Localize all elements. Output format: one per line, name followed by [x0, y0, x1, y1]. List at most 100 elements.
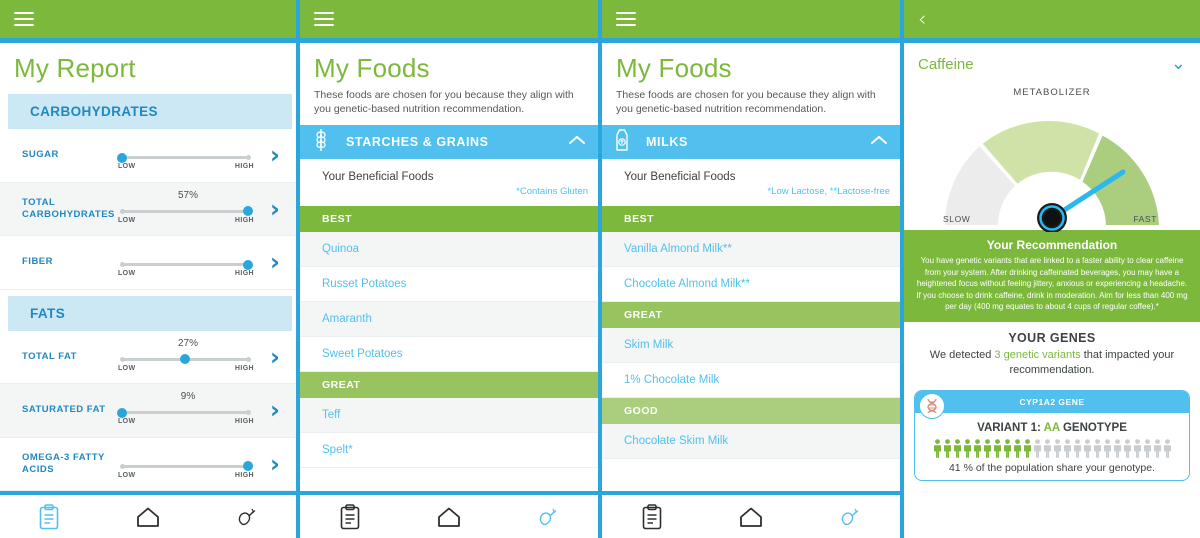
slider-thumb[interactable] — [243, 259, 253, 270]
food-item[interactable]: Teff — [300, 398, 598, 434]
grade-header-best: BEST — [300, 206, 598, 233]
slider-low-label: LOW — [118, 163, 136, 171]
food-item[interactable]: Vanilla Almond Milk** — [602, 232, 900, 268]
app-bar — [602, 0, 900, 43]
chevron-up-icon[interactable] — [870, 133, 888, 151]
your-genes-section: YOUR GENES We detected 3 genetic variant… — [904, 322, 1200, 384]
food-item[interactable]: Amaranth — [300, 302, 598, 338]
grade-header-great: GREAT — [300, 372, 598, 399]
nutrient-row-omega-3[interactable]: OMEGA-3 FATTY ACIDS LOW HIGH › — [0, 438, 296, 491]
nav-home-icon[interactable] — [128, 502, 168, 532]
beneficial-foods-label: Your Beneficial Foods — [624, 171, 736, 184]
slider-end-dot — [245, 356, 251, 362]
chevron-up-icon[interactable] — [568, 133, 586, 151]
person-figure — [1143, 438, 1151, 458]
slider-low-label: LOW — [118, 270, 136, 278]
page-title: My Foods — [314, 53, 430, 83]
nav-clipboard-icon[interactable] — [29, 502, 69, 532]
nutrient-slider[interactable]: 27% LOW HIGH — [114, 338, 262, 376]
chevron-left-icon[interactable]: ‹ — [918, 8, 926, 30]
gene-card-title: CYP1A2 GENE — [915, 390, 1189, 413]
nav-carrot-icon[interactable] — [528, 502, 568, 532]
nutrient-row-fiber[interactable]: FIBER LOW HIGH › — [0, 236, 296, 290]
person-figure — [1133, 438, 1141, 458]
food-item[interactable]: 1% Chocolate Milk — [602, 363, 900, 399]
screenshot-root: My Report CARBOHYDRATES SUGAR LOW HIGH ›… — [0, 0, 1200, 538]
food-item[interactable]: Russet Potatoes — [300, 267, 598, 303]
chevron-right-icon[interactable]: › — [262, 398, 288, 422]
recommendation-title: Your Recommendation — [986, 238, 1118, 252]
gauge-scale-labels: SLOW FAST — [927, 214, 1177, 230]
slider-thumb[interactable] — [180, 354, 190, 365]
nutrient-row-total-carbohydrates[interactable]: TOTAL CARBOHYDRATES 57% LOW HIGH › — [0, 182, 296, 236]
section-header-fats: FATS — [8, 295, 292, 331]
your-genes-text: We detected 3 genetic variants that impa… — [918, 345, 1186, 378]
slider-thumb[interactable] — [243, 206, 253, 217]
slider-track — [117, 407, 251, 418]
chevron-right-icon[interactable]: › — [262, 143, 288, 167]
nav-home-icon[interactable] — [731, 502, 771, 532]
slider-high-label: HIGH — [234, 163, 254, 171]
slider-thumb[interactable] — [243, 461, 253, 472]
category-note: *Contains Gluten — [516, 186, 588, 198]
bottom-navigation — [602, 491, 900, 538]
gene-card-cyp1a2[interactable]: CYP1A2 GENE VARIANT 1: AA GENOTYPE 41 % … — [914, 389, 1190, 481]
nav-clipboard-icon[interactable] — [330, 502, 370, 532]
slider-end-dot — [119, 356, 125, 362]
nav-clipboard-icon[interactable] — [632, 502, 672, 532]
person-figure — [1083, 438, 1091, 458]
slider-scale: LOW HIGH — [118, 217, 254, 224]
slider-track — [119, 259, 253, 270]
category-header-starches-grains[interactable]: STARCHES & GRAINS — [300, 125, 598, 160]
person-figure — [1103, 438, 1111, 458]
variant-label: VARIANT 1: AA GENOTYPE — [915, 413, 1189, 439]
food-item[interactable]: Spelt* — [300, 433, 598, 469]
chevron-right-icon[interactable]: › — [262, 197, 288, 221]
chevron-down-icon[interactable]: ⌄ — [1171, 55, 1186, 73]
nutrient-slider[interactable]: LOW HIGH — [114, 136, 262, 174]
slider-end-dot — [245, 155, 251, 161]
hamburger-icon[interactable] — [14, 12, 34, 26]
food-item[interactable]: Chocolate Almond Milk** — [602, 267, 900, 303]
nav-carrot-icon[interactable] — [830, 502, 870, 532]
food-item[interactable]: Skim Milk — [602, 328, 900, 364]
chevron-right-icon[interactable]: › — [262, 452, 288, 476]
food-item[interactable]: Chocolate Skim Milk — [602, 424, 900, 460]
caffeine-header[interactable]: Caffeine ⌄ — [904, 43, 1200, 79]
slider-low-label: LOW — [118, 418, 136, 426]
slider-end-dot — [119, 208, 125, 214]
app-bar — [300, 0, 598, 43]
nutrient-slider[interactable]: 9% LOW HIGH — [114, 391, 262, 429]
nutrient-row-total-fat[interactable]: TOTAL FAT 27% LOW HIGH › — [0, 331, 296, 384]
nutrient-row-sugar[interactable]: SUGAR LOW HIGH › — [0, 129, 296, 183]
slider-scale: LOW HIGH — [118, 163, 254, 170]
slider-high-label: HIGH — [234, 364, 254, 372]
chevron-right-icon[interactable]: › — [262, 345, 288, 369]
slider-thumb[interactable] — [117, 407, 127, 418]
nav-home-icon[interactable] — [429, 502, 469, 532]
nutrient-slider[interactable]: LOW HIGH — [114, 445, 262, 483]
hamburger-icon[interactable] — [314, 12, 334, 26]
nav-carrot-icon[interactable] — [227, 502, 267, 532]
slider-thumb[interactable] — [117, 152, 127, 163]
nutrient-slider[interactable]: LOW HIGH — [114, 243, 262, 281]
slider-high-label: HIGH — [234, 270, 254, 278]
recommendation-text: You have genetic variants that are linke… — [916, 256, 1188, 312]
person-figure — [993, 438, 1001, 458]
person-figure — [1063, 438, 1071, 458]
grade-header-good: GOOD — [602, 398, 900, 425]
dna-icon — [919, 392, 945, 419]
slider-track — [119, 354, 251, 365]
percent-label: 9% — [180, 391, 196, 403]
hamburger-icon[interactable] — [616, 12, 636, 26]
nutrient-label: FIBER — [22, 256, 53, 268]
nutrient-slider[interactable]: 57% LOW HIGH — [114, 190, 262, 228]
food-item[interactable]: Quinoa — [300, 232, 598, 268]
food-item[interactable]: Sweet Potatoes — [300, 337, 598, 373]
chevron-right-icon[interactable]: › — [262, 250, 288, 274]
bottom-navigation — [0, 491, 296, 538]
category-header-milks[interactable]: MILKS — [602, 125, 900, 160]
app-bar — [0, 0, 296, 43]
your-genes-title: YOUR GENES — [1008, 330, 1096, 345]
nutrient-row-saturated-fat[interactable]: SATURATED FAT 9% LOW HIGH › — [0, 384, 296, 438]
